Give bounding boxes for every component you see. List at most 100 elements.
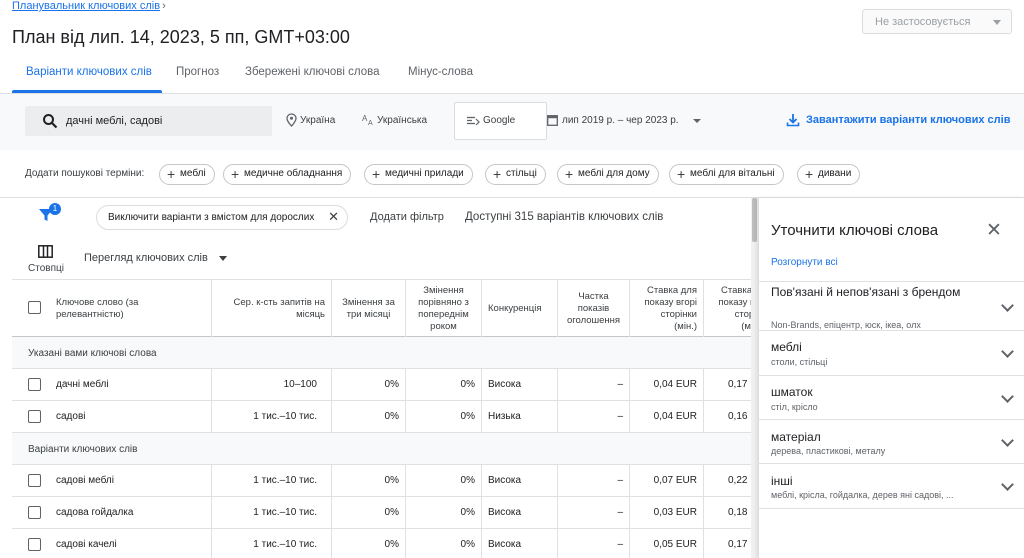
tab-forecast[interactable]: Прогноз	[176, 66, 219, 78]
row-checkbox[interactable]	[28, 410, 41, 423]
svg-text:A: A	[368, 120, 373, 126]
close-icon[interactable]: ✕	[328, 209, 339, 225]
columns-icon[interactable]	[38, 245, 53, 258]
column-header-bid-high[interactable]: Ставка для показу вгорі сторінки (макс.)	[704, 280, 752, 337]
refine-group-subtitle: дерева, пластикові, металу	[771, 446, 886, 456]
table-row: садові качелі 1 тис.–10 тис. 0% 0% Висок…	[12, 529, 752, 558]
active-tab-indicator	[12, 90, 162, 93]
scrollbar-track[interactable]	[751, 198, 758, 558]
competition-cell: Висока	[482, 529, 558, 558]
table-header: Ключове слово (за релевантністю) Сер. к-…	[12, 279, 752, 337]
bid-low-cell: 0,05 EUR	[630, 529, 704, 558]
impression-share-cell: –	[558, 529, 630, 558]
bid-low-cell: 0,04 EUR	[630, 401, 704, 433]
tab-saved-keywords[interactable]: Збережені ключові слова	[245, 66, 380, 78]
plus-icon: +	[231, 166, 240, 182]
yoy-change-cell: 0%	[406, 529, 482, 558]
refine-group-material[interactable]: матеріал дерева, пластикові, металу	[758, 419, 1024, 463]
add-term-chip[interactable]: + меблі	[159, 164, 215, 185]
keyword-cell: садові меблі	[50, 465, 212, 497]
section-header-provided-keywords: Указані вами ключові слова	[12, 337, 752, 369]
bid-high-cell: 0,16 EUR	[704, 401, 752, 433]
apply-plan-select[interactable]: Не застосовується	[862, 9, 1012, 34]
date-range-selector[interactable]: лип 2019 р. – чер 2023 р.	[562, 115, 679, 126]
bid-high-cell: 0,17 EUR	[704, 369, 752, 401]
refine-group-title: матеріал	[771, 430, 821, 444]
add-term-chip[interactable]: + дивани	[797, 164, 861, 185]
chevron-down-icon	[1001, 434, 1014, 447]
plus-icon: +	[805, 166, 814, 182]
row-checkbox[interactable]	[28, 474, 41, 487]
add-term-chip[interactable]: + медичне обладнання	[223, 164, 352, 185]
row-checkbox[interactable]	[28, 506, 41, 519]
yoy-change-cell: 0%	[406, 401, 482, 433]
refine-group-piece[interactable]: шматок стіл, крісло	[758, 375, 1024, 419]
plus-icon: +	[677, 166, 686, 182]
add-term-chip[interactable]: + меблі для дому	[557, 164, 659, 185]
network-icon	[467, 116, 480, 125]
expand-all-link[interactable]: Розгорнути всі	[771, 257, 838, 268]
column-header-avg-searches[interactable]: Сер. к-сть запитів на місяць	[212, 280, 332, 337]
column-header-keyword[interactable]: Ключове слово (за релевантністю)	[12, 280, 212, 337]
tab-keyword-ideas[interactable]: Варіанти ключових слів	[26, 66, 152, 78]
table-row: садова гойдалка 1 тис.–10 тис. 0% 0% Вис…	[12, 497, 752, 529]
search-query[interactable]: дачні меблі, садові	[66, 115, 162, 127]
chevron-down-icon	[1001, 390, 1014, 403]
exclude-adult-filter-chip[interactable]: Виключити варіанти з вмістом для доросли…	[96, 205, 348, 230]
yoy-change-cell: 0%	[406, 497, 482, 529]
avg-searches-cell: 1 тис.–10 тис.	[212, 465, 332, 497]
impression-share-cell: –	[558, 465, 630, 497]
column-header-impression-share[interactable]: Частка показів оголошення	[558, 280, 630, 337]
add-filter-button[interactable]: Додати фільтр	[370, 211, 444, 223]
column-header-bid-low[interactable]: Ставка для показу вгорі сторінки (мін.)	[630, 280, 704, 337]
plus-icon: +	[493, 166, 502, 182]
bid-high-cell: 0,22 EUR	[704, 465, 752, 497]
impression-share-cell: –	[558, 497, 630, 529]
scrollbar-thumb[interactable]	[752, 198, 757, 242]
columns-button[interactable]: Стовпці	[28, 263, 64, 274]
column-header-three-month-change[interactable]: Змінення за три місяці	[332, 280, 406, 337]
location-selector[interactable]: Україна	[300, 115, 335, 126]
row-checkbox[interactable]	[28, 378, 41, 391]
add-term-chip[interactable]: + медичні прилади	[364, 164, 473, 185]
plus-icon: +	[167, 166, 176, 182]
three-month-change-cell: 0%	[332, 529, 406, 558]
download-icon	[786, 114, 800, 127]
caret-down-icon	[993, 20, 1001, 25]
chevron-down-icon	[1001, 478, 1014, 491]
refine-group-title: Пов'язані й непов'язані з брендом	[771, 285, 961, 299]
bid-high-cell: 0,18 EUR	[704, 497, 752, 529]
refine-group-other[interactable]: інші меблі, крісла, гойдалка, дерев яні …	[758, 463, 1024, 509]
add-term-chip[interactable]: + стільці	[485, 164, 546, 185]
impression-share-cell: –	[558, 369, 630, 401]
three-month-change-cell: 0%	[332, 497, 406, 529]
add-term-chip[interactable]: + меблі для вітальні	[669, 164, 784, 185]
refine-group-subtitle: стіл, крісло	[771, 402, 818, 412]
competition-cell: Висока	[482, 369, 558, 401]
language-selector[interactable]: Українська	[377, 115, 427, 126]
select-all-checkbox[interactable]	[28, 301, 41, 314]
table-row: садові меблі 1 тис.–10 тис. 0% 0% Висока…	[12, 465, 752, 497]
keyword-view-dropdown[interactable]: Перегляд ключових слів	[84, 252, 208, 264]
avg-searches-cell: 1 тис.–10 тис.	[212, 529, 332, 558]
location-pin-icon	[286, 113, 297, 127]
table-row: дачні меблі 10–100 0% 0% Висока – 0,04 E…	[12, 369, 752, 401]
three-month-change-cell: 0%	[332, 465, 406, 497]
breadcrumb-keyword-planner[interactable]: Планувальник ключових слів ›	[12, 0, 166, 12]
refine-group-title: шматок	[771, 385, 813, 399]
refine-group-brand[interactable]: Пов'язані й непов'язані з брендом Non-Br…	[758, 281, 1024, 330]
refine-group-furniture[interactable]: меблі столи, стільці	[758, 330, 1024, 375]
download-keyword-ideas-button[interactable]: Завантажити варіанти ключових слів	[806, 114, 1010, 126]
chevron-right-icon: ›	[162, 0, 166, 12]
tab-negative-keywords[interactable]: Мінус-слова	[408, 66, 473, 78]
translate-icon: AA	[362, 114, 373, 126]
three-month-change-cell: 0%	[332, 369, 406, 401]
refine-group-subtitle: меблі, крісла, гойдалка, дерев яні садов…	[771, 490, 954, 500]
bid-low-cell: 0,04 EUR	[630, 369, 704, 401]
close-icon[interactable]: ✕	[986, 219, 1002, 242]
row-checkbox[interactable]	[28, 538, 41, 551]
column-header-yoy-change[interactable]: Змінення порівняно з попереднім роком	[406, 280, 482, 337]
yoy-change-cell: 0%	[406, 369, 482, 401]
bid-low-cell: 0,03 EUR	[630, 497, 704, 529]
column-header-competition[interactable]: Конкуренція	[482, 280, 558, 337]
